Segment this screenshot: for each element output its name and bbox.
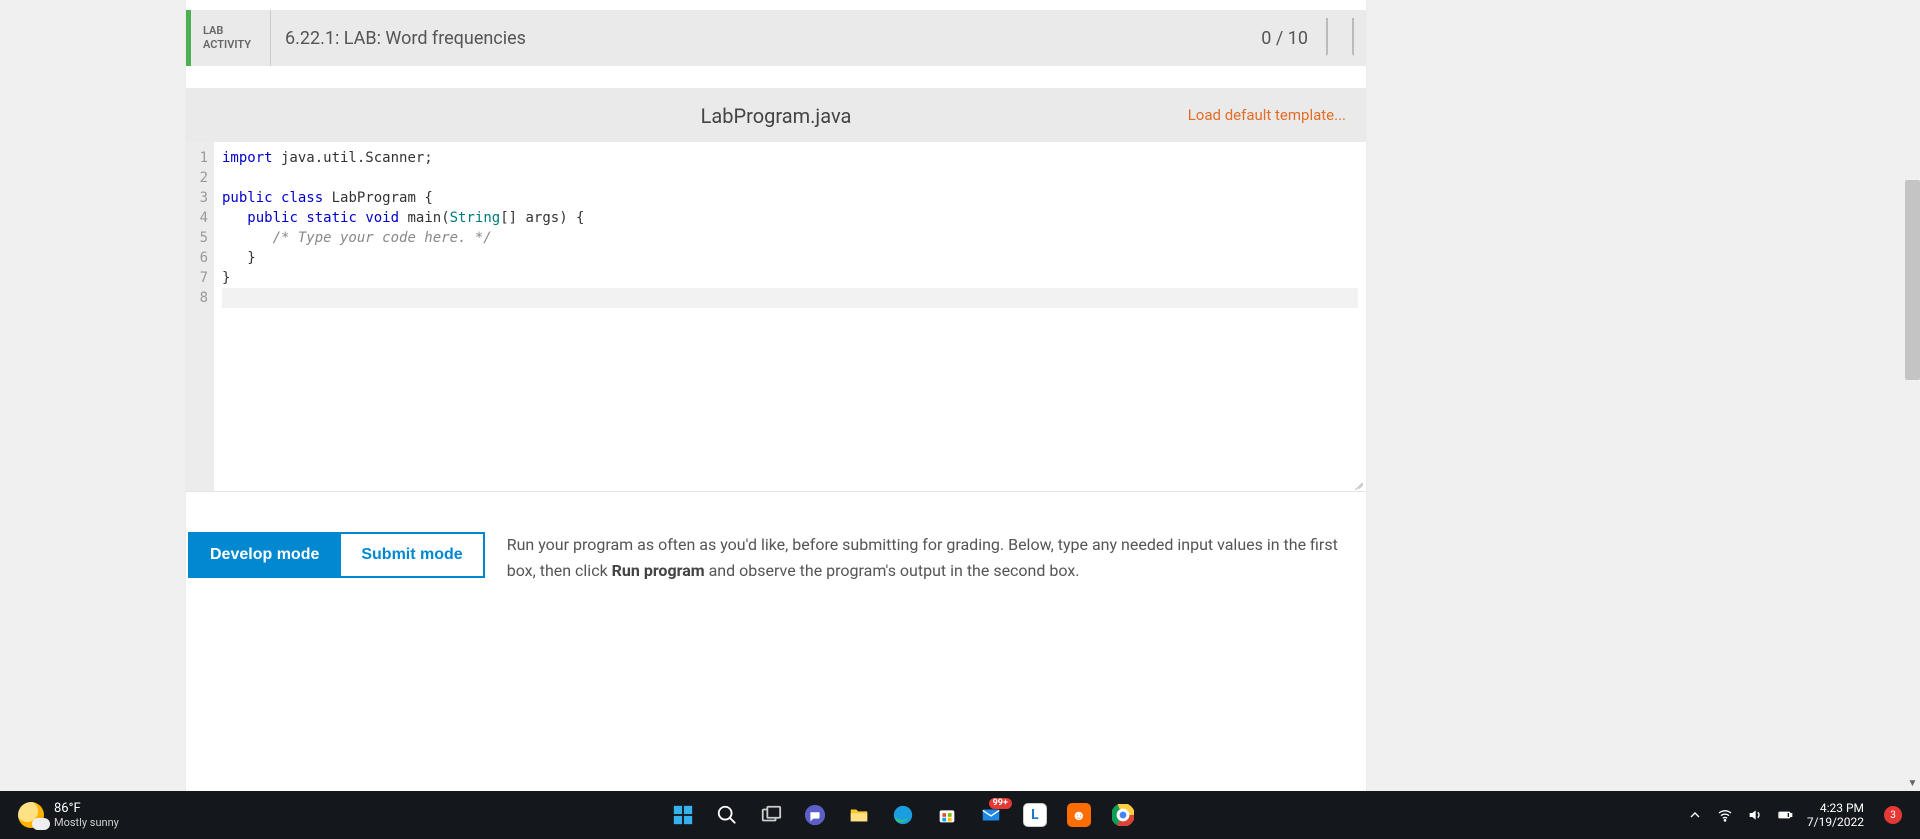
mode-description: Run your program as often as you'd like,… — [507, 532, 1364, 585]
line-number: 3 — [196, 188, 208, 208]
weather-condition: Mostly sunny — [54, 816, 119, 829]
line-number: 4 — [196, 208, 208, 228]
battery-icon[interactable] — [1777, 807, 1793, 823]
label-bottom: ACTIVITY — [203, 38, 270, 52]
file-explorer-icon[interactable] — [846, 802, 872, 828]
code-editor[interactable]: 12345678 import java.util.Scanner; publi… — [186, 142, 1366, 492]
volume-icon[interactable] — [1747, 807, 1763, 823]
code-line[interactable]: } — [222, 248, 1358, 268]
code-line[interactable]: public static void main(String[] args) { — [222, 208, 1358, 228]
line-number: 1 — [196, 148, 208, 168]
taskbar-clock[interactable]: 4:23 PM 7/19/2022 — [1807, 801, 1870, 830]
resize-handle-icon[interactable] — [1352, 477, 1364, 489]
system-tray: 4:23 PM 7/19/2022 3 — [1687, 801, 1920, 830]
line-number: 8 — [196, 288, 208, 308]
start-icon[interactable] — [670, 802, 696, 828]
mail-badge: 99+ — [989, 798, 1012, 809]
page-scrollbar[interactable]: ▼ — [1905, 0, 1920, 791]
wifi-icon[interactable] — [1717, 807, 1733, 823]
submit-mode-button[interactable]: Submit mode — [341, 532, 484, 578]
line-number: 7 — [196, 268, 208, 288]
clock-date: 7/19/2022 — [1807, 815, 1864, 829]
mail-icon[interactable]: 99+ — [978, 802, 1004, 828]
line-number: 5 — [196, 228, 208, 248]
editor-gutter: 12345678 — [186, 142, 214, 491]
mode-row: Develop mode Submit mode Run your progra… — [186, 532, 1366, 585]
lab-title: 6.22.1: LAB: Word frequencies — [271, 10, 1261, 66]
search-icon[interactable] — [714, 802, 740, 828]
edge-icon[interactable] — [890, 802, 916, 828]
lab-header: LAB ACTIVITY 6.22.1: LAB: Word frequenci… — [186, 10, 1366, 66]
chat-icon[interactable] — [802, 802, 828, 828]
windows-taskbar: 86°F Mostly sunny 99+ L — [0, 791, 1920, 839]
scrollbar-thumb[interactable] — [1905, 180, 1920, 380]
ribbon-icon — [1326, 18, 1354, 56]
desc-bold: Run program — [612, 561, 705, 580]
chrome-icon[interactable] — [1110, 802, 1136, 828]
weather-temp: 86°F — [54, 801, 119, 817]
code-line[interactable]: } — [222, 268, 1358, 288]
file-bar: LabProgram.java Load default template... — [186, 88, 1366, 142]
develop-mode-button[interactable]: Develop mode — [188, 532, 341, 578]
lab-score: 0 / 10 — [1261, 10, 1322, 66]
clock-time: 4:23 PM — [1820, 801, 1864, 815]
taskbar-center: 99+ L ☻ — [119, 802, 1687, 828]
notification-badge[interactable]: 3 — [1884, 806, 1902, 824]
load-template-link[interactable]: Load default template... — [1188, 106, 1346, 124]
code-line[interactable]: public class LabProgram { — [222, 188, 1358, 208]
app-l-icon[interactable]: L — [1022, 802, 1048, 828]
tray-chevron-icon[interactable] — [1687, 807, 1703, 823]
code-line[interactable] — [222, 168, 1358, 188]
scroll-down-icon[interactable]: ▼ — [1905, 776, 1920, 791]
mode-toggle: Develop mode Submit mode — [188, 532, 485, 578]
task-view-icon[interactable] — [758, 802, 784, 828]
line-number: 2 — [196, 168, 208, 188]
file-name: LabProgram.java — [701, 104, 852, 128]
label-top: LAB — [203, 24, 270, 38]
code-line[interactable]: import java.util.Scanner; — [222, 148, 1358, 168]
code-line[interactable] — [222, 288, 1358, 308]
app-orange-icon[interactable]: ☻ — [1066, 802, 1092, 828]
code-line[interactable]: /* Type your code here. */ — [222, 228, 1358, 248]
desc-post: and observe the program's output in the … — [705, 561, 1080, 580]
line-number: 6 — [196, 248, 208, 268]
store-icon[interactable] — [934, 802, 960, 828]
lab-activity-label: LAB ACTIVITY — [191, 10, 271, 66]
taskbar-weather[interactable]: 86°F Mostly sunny — [0, 801, 119, 830]
weather-icon — [18, 802, 44, 828]
editor-code-area[interactable]: import java.util.Scanner; public class L… — [214, 142, 1366, 491]
